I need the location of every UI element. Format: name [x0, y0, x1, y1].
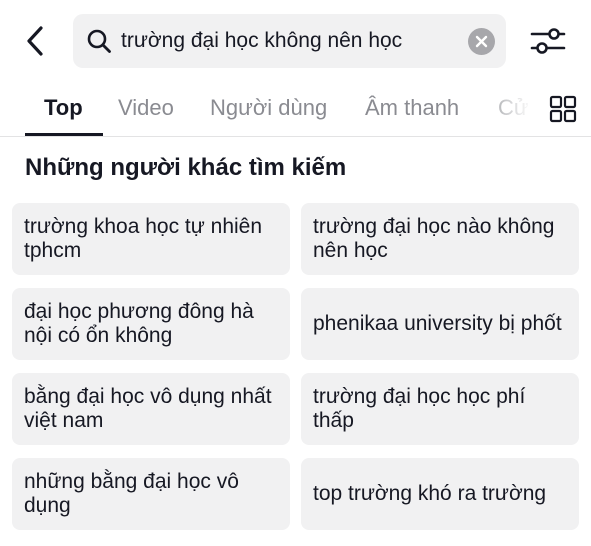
active-tab-indicator — [25, 133, 103, 136]
suggestion-chip[interactable]: top trường khó ra trường — [301, 458, 579, 530]
suggestion-label: đại học phương đông hà nội có ổn không — [24, 300, 254, 347]
back-button[interactable] — [18, 22, 52, 60]
suggestion-chip[interactable]: đại học phương đông hà nội có ổn không — [12, 288, 290, 360]
grid-view-button[interactable] — [534, 82, 591, 136]
search-bar[interactable]: trường đại học không nên học — [73, 14, 506, 68]
clear-search-button[interactable] — [468, 28, 495, 55]
tabs-fade-overlay — [486, 82, 532, 136]
tab-top[interactable]: Top — [44, 82, 83, 137]
grid-view-icon — [549, 95, 576, 123]
suggestion-label: trường khoa học tự nhiên tphcm — [24, 215, 263, 262]
clear-icon — [475, 35, 488, 48]
suggestion-chip[interactable]: trường đại học nào không nên học — [301, 203, 579, 275]
suggestion-label: trường đại học học phí thấp — [313, 385, 526, 432]
suggestion-chip[interactable]: những bằng đại học vô dụng — [12, 458, 290, 530]
top-bar: trường đại học không nên học — [0, 0, 591, 82]
suggestion-label: top trường khó ra trường — [313, 482, 547, 505]
tab-sounds[interactable]: Âm thanh — [365, 82, 459, 137]
suggestion-chip[interactable]: trường khoa học tự nhiên tphcm — [12, 203, 290, 275]
suggestion-label: phenikaa university bị phốt — [313, 312, 562, 335]
suggestion-label: bằng đại học vô dụng nhất việt nam — [24, 385, 272, 432]
suggestion-chip[interactable]: phenikaa university bị phốt — [301, 288, 579, 360]
tab-users[interactable]: Người dùng — [210, 82, 327, 137]
suggestion-chip[interactable]: bằng đại học vô dụng nhất việt nam — [12, 373, 290, 445]
search-tabs: Top Video Người dùng Âm thanh Cử — [0, 82, 591, 137]
tab-video[interactable]: Video — [118, 82, 174, 137]
filter-sliders-icon — [530, 28, 566, 54]
search-input[interactable]: trường đại học không nên học — [121, 14, 461, 68]
search-icon — [87, 29, 111, 53]
filter-button[interactable] — [528, 24, 568, 58]
back-arrow-icon — [27, 26, 43, 56]
suggestion-label: những bằng đại học vô dụng — [24, 470, 239, 517]
suggestion-chip[interactable]: trường đại học học phí thấp — [301, 373, 579, 445]
suggestion-label: trường đại học nào không nên học — [313, 215, 555, 262]
section-title: Những người khác tìm kiếm — [25, 154, 347, 181]
